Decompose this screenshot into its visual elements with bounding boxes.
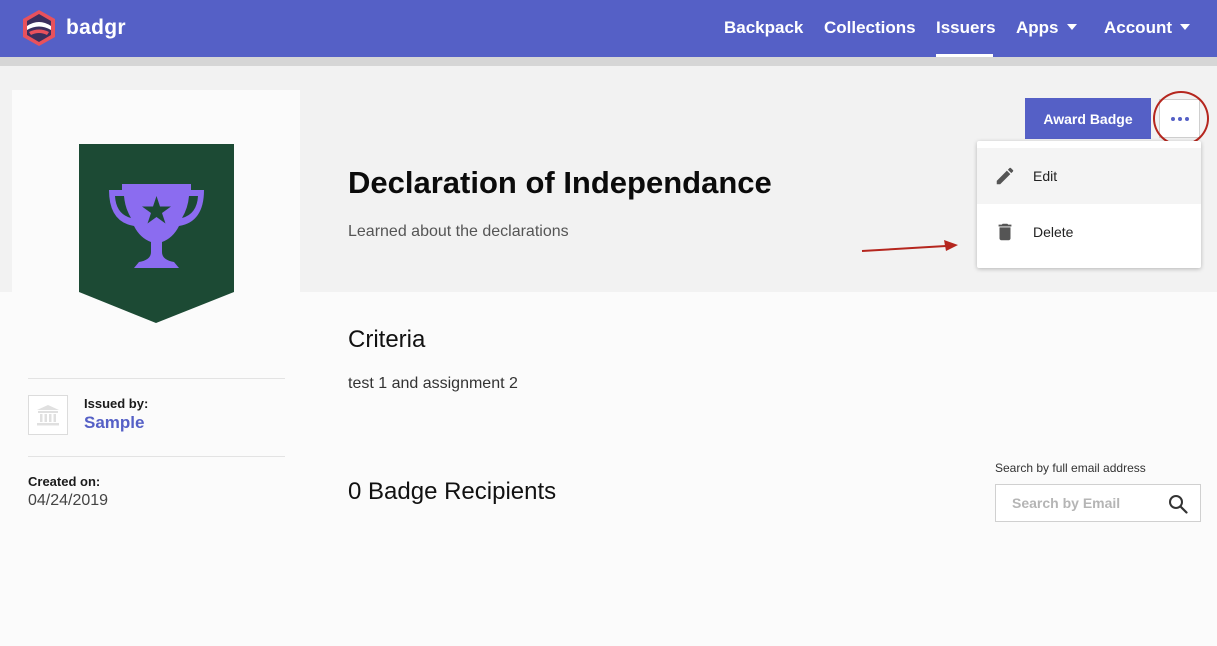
search-label: Search by full email address: [995, 461, 1146, 475]
award-badge-button[interactable]: Award Badge: [1025, 98, 1151, 139]
more-options-button[interactable]: [1159, 99, 1200, 138]
created-on-date: 04/24/2019: [28, 492, 109, 509]
issued-by-label: Issued by:: [84, 396, 149, 411]
trash-icon: [998, 223, 1012, 241]
issuer-name-link[interactable]: Sample: [84, 413, 144, 433]
nav-backpack[interactable]: Backpack: [724, 18, 803, 38]
search-icon[interactable]: [1168, 494, 1188, 514]
nav-account-label: Account: [1104, 18, 1172, 37]
criteria-heading: Criteria: [348, 326, 426, 353]
more-dot-icon: [1184, 116, 1189, 121]
institution-icon: [37, 405, 59, 426]
nav-collections[interactable]: Collections: [824, 18, 916, 38]
nav-issuers[interactable]: Issuers: [936, 18, 996, 38]
nav-apps-label: Apps: [1016, 18, 1059, 37]
menu-item-label: Delete: [1033, 224, 1074, 240]
search-field: [995, 484, 1201, 522]
pencil-icon: [996, 167, 1014, 185]
more-dot-icon: [1177, 116, 1182, 121]
chevron-down-icon: [1066, 24, 1077, 30]
menu-item-delete[interactable]: Delete: [977, 204, 1201, 260]
divider: [28, 378, 285, 379]
page-title: Declaration of Independance: [348, 165, 772, 200]
brand[interactable]: badgr: [20, 9, 126, 47]
options-dropdown-menu: Edit Delete: [977, 141, 1201, 268]
brand-name: badgr: [66, 16, 126, 39]
nav-account[interactable]: Account: [1104, 18, 1190, 38]
badge-image: [79, 144, 234, 323]
chevron-down-icon: [1180, 24, 1190, 30]
nav-border: [0, 57, 1217, 66]
created-on-label: Created on:: [28, 474, 101, 489]
badge-description: Learned about the declarations: [348, 223, 569, 240]
badgr-logo-icon: [23, 10, 55, 46]
top-navigation-bar: badgr Backpack Collections Issuers Apps …: [0, 0, 1217, 58]
search-input[interactable]: [1012, 485, 1162, 521]
nav-apps[interactable]: Apps: [1016, 18, 1077, 38]
criteria-text: test 1 and assignment 2: [348, 375, 518, 392]
recipients-heading: 0 Badge Recipients: [348, 478, 557, 505]
more-dot-icon: [1170, 116, 1175, 121]
menu-item-label: Edit: [1033, 168, 1058, 184]
issuer-image: [28, 395, 68, 435]
annotation-arrow-icon: [861, 240, 958, 252]
menu-item-edit[interactable]: Edit: [977, 148, 1201, 204]
divider: [28, 456, 285, 457]
